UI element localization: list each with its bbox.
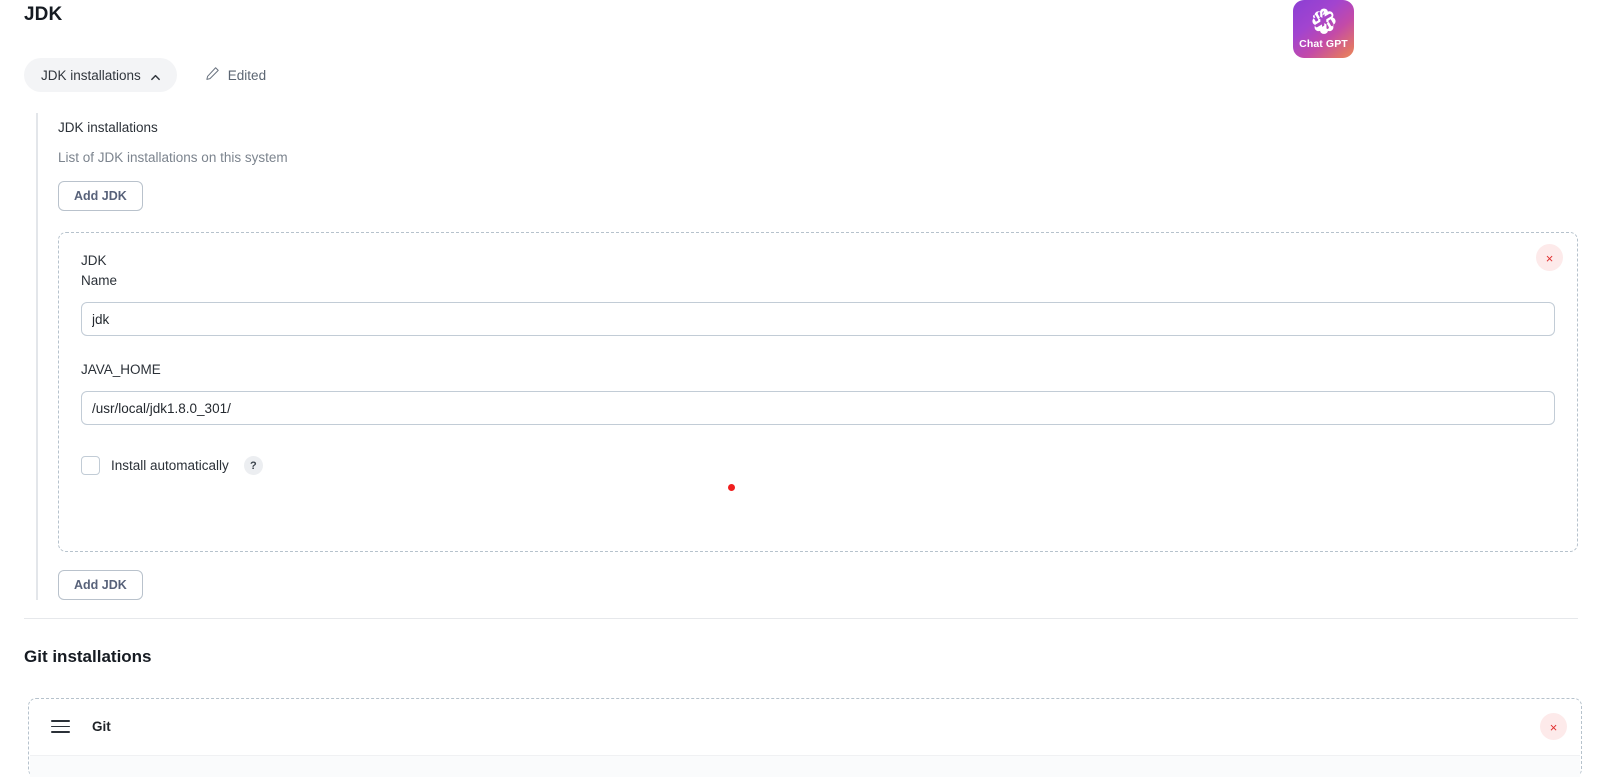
- section-toolbar: JDK installations Edited: [24, 58, 266, 92]
- remove-jdk-button[interactable]: ×: [1536, 244, 1563, 271]
- remove-git-button[interactable]: ×: [1540, 713, 1567, 740]
- section-divider: [24, 618, 1578, 619]
- jdk-installations-section: JDK installations List of JDK installati…: [36, 113, 1578, 600]
- cursor-indicator: [728, 484, 735, 491]
- java-home-label: JAVA_HOME: [81, 362, 161, 377]
- help-icon[interactable]: ?: [243, 456, 263, 475]
- java-home-input[interactable]: [81, 391, 1555, 425]
- chatgpt-badge-label: Chat GPT: [1299, 38, 1348, 50]
- add-jdk-button-bottom[interactable]: Add JDK: [58, 570, 143, 600]
- install-automatically-label: Install automatically: [111, 458, 229, 473]
- jdk-section-label: JDK installations: [58, 120, 158, 135]
- git-installations-panel: Git ×: [28, 698, 1582, 777]
- jdk-section-description: List of JDK installations on this system: [58, 150, 288, 165]
- edited-indicator: Edited: [205, 66, 266, 84]
- chatgpt-logo-icon: [1311, 8, 1336, 34]
- add-jdk-button-top[interactable]: Add JDK: [58, 181, 143, 211]
- app-root: JDK Chat GPT JDK installations Edited JD…: [0, 0, 1618, 777]
- git-row-label: Git: [92, 719, 111, 734]
- chevron-up-icon: [150, 71, 160, 81]
- git-installations-heading: Git installations: [24, 647, 152, 666]
- jdk-name-input[interactable]: [81, 302, 1555, 336]
- collapse-chip-label: JDK installations: [41, 67, 141, 83]
- pencil-icon: [205, 66, 220, 84]
- install-automatically-checkbox[interactable]: [81, 456, 100, 475]
- drag-handle-icon[interactable]: [51, 720, 70, 733]
- collapse-jdk-installations-chip[interactable]: JDK installations: [24, 58, 177, 92]
- jdk-entry-title-line1: JDK: [81, 253, 107, 268]
- jdk-entry-title-line2: Name: [81, 273, 118, 288]
- edited-label: Edited: [227, 67, 267, 83]
- chatgpt-badge: Chat GPT: [1293, 0, 1354, 58]
- page-title: JDK: [24, 4, 63, 25]
- install-automatically-row: Install automatically ?: [81, 456, 1555, 475]
- jdk-entry-panel: × JDK Name JAVA_HOME Install automatical…: [58, 232, 1578, 552]
- git-row[interactable]: Git: [29, 699, 1581, 754]
- git-row-body: [30, 755, 1580, 777]
